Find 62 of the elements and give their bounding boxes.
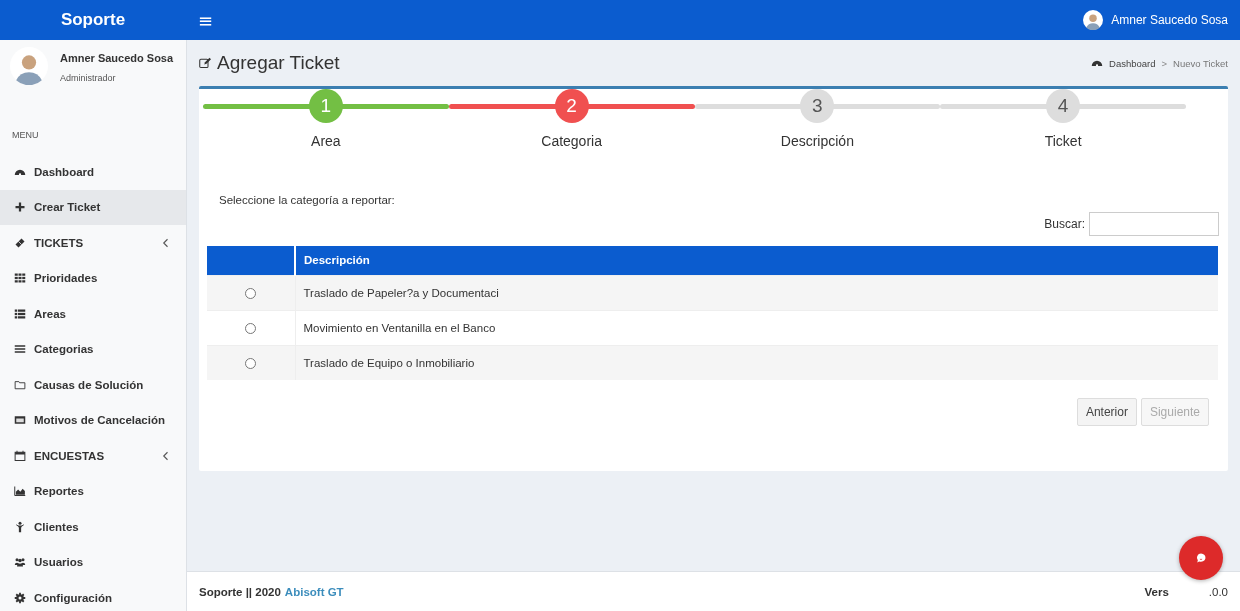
- breadcrumb-separator: >: [1161, 57, 1168, 69]
- brand-logo: Soporte: [59, 10, 127, 30]
- sidebar-item[interactable]: Clientes: [0, 509, 186, 545]
- person-icon: [14, 520, 26, 533]
- step-number: 3: [800, 89, 835, 123]
- settings-icon: [14, 591, 26, 604]
- user-role: Administrador: [60, 73, 117, 83]
- edit-icon: [199, 57, 211, 69]
- sidebar-item[interactable]: Categorias: [0, 331, 186, 367]
- step-label: Descripción: [780, 133, 854, 149]
- sidebar-item[interactable]: TICKETS: [0, 225, 186, 261]
- calendar-icon: [14, 449, 26, 462]
- ticket-icon: [14, 236, 26, 249]
- footer-link[interactable]: Abisoft GT: [284, 585, 344, 598]
- sidebar-item[interactable]: ENCUESTAS: [0, 438, 186, 474]
- breadcrumb-item[interactable]: Dashboard: [1109, 57, 1156, 69]
- step-number: 4: [1046, 89, 1081, 123]
- lines-icon: [14, 343, 26, 356]
- sidebar-item[interactable]: Crear Ticket: [0, 189, 186, 225]
- step-label: Categoria: [541, 133, 602, 149]
- user-name[interactable]: Amner Saucedo Sosa: [1111, 13, 1228, 27]
- user-name: Amner Saucedo Sosa: [60, 52, 174, 64]
- plus-icon: [14, 201, 26, 214]
- step-label: Area: [311, 133, 341, 149]
- sidebar-item[interactable]: Motivos de Cancelación: [0, 402, 186, 438]
- radio-button[interactable]: [245, 322, 257, 334]
- step-number: 2: [554, 89, 589, 123]
- search-label: Buscar:: [1044, 217, 1085, 231]
- menu-header: MENU: [11, 130, 40, 142]
- grid-icon: [14, 272, 26, 285]
- version-text: Vers: [1144, 585, 1169, 598]
- card-icon: [14, 414, 26, 427]
- previous-button[interactable]: Anterior: [1076, 398, 1137, 426]
- column-header: Descripción: [295, 246, 1218, 275]
- breadcrumb-item: Nuevo Ticket: [1173, 57, 1228, 69]
- table-cell: Traslado de Papeler?a y Documentaci: [295, 275, 1218, 310]
- version-text: .0.0: [1208, 585, 1228, 598]
- folder-icon: [14, 378, 26, 391]
- footer-text: Soporte || 2020: [199, 585, 281, 598]
- sidebar-item[interactable]: Reportes: [0, 473, 186, 509]
- sidebar-item[interactable]: Areas: [0, 296, 186, 332]
- sidebar-item[interactable]: Causas de Solución: [0, 367, 186, 403]
- chart-icon: [14, 485, 26, 498]
- sidebar-item[interactable]: Dashboard: [0, 154, 186, 190]
- step-number: 1: [308, 89, 343, 123]
- sidebar-item[interactable]: Usuarios: [0, 544, 186, 580]
- list-icon: [14, 307, 26, 320]
- radio-button[interactable]: [245, 358, 257, 369]
- radio-button[interactable]: [245, 287, 257, 299]
- instruction-text: Seleccione la categoría a reportar:: [219, 194, 396, 206]
- table-cell: Traslado de Equipo o Inmobiliario: [295, 345, 1218, 380]
- search-field[interactable]: [1089, 212, 1219, 236]
- sidebar-item[interactable]: Prioridades: [0, 260, 186, 296]
- avatar-icon: [10, 47, 48, 85]
- avatar-icon: [1083, 10, 1104, 30]
- sidebar-item[interactable]: Configuración: [0, 580, 186, 611]
- chat-button[interactable]: [1179, 536, 1223, 580]
- page-title: Agregar Ticket: [217, 52, 340, 74]
- menu-toggle[interactable]: ≡: [194, 9, 218, 31]
- users-icon: [14, 556, 26, 569]
- step-label: Ticket: [1044, 133, 1082, 149]
- chat-icon: [1195, 552, 1207, 564]
